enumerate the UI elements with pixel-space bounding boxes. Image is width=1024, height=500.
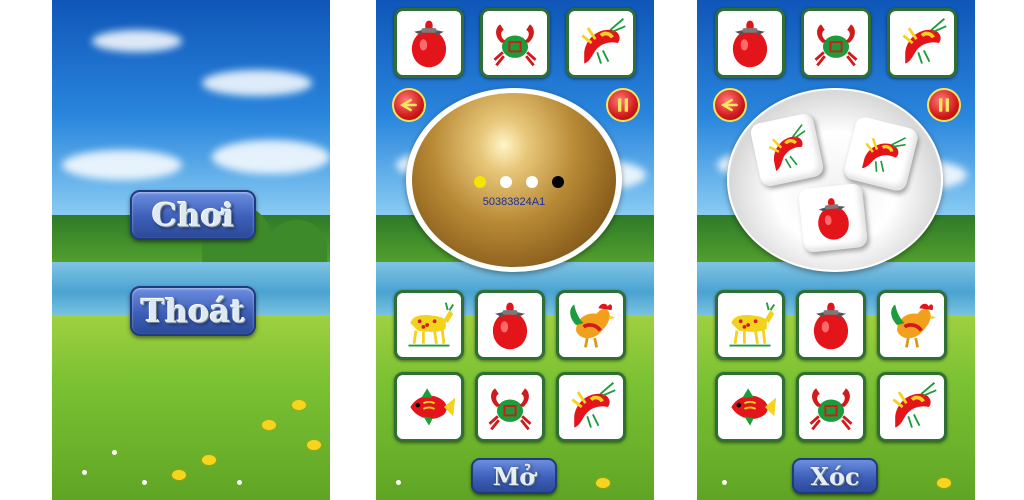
gourd-icon xyxy=(732,20,768,68)
indicator-dot-3 xyxy=(526,176,538,188)
crab-icon xyxy=(488,386,532,431)
shake-button-label: Xóc xyxy=(810,461,860,491)
fish-icon xyxy=(409,387,457,427)
back-button[interactable] xyxy=(392,88,426,122)
bet-tile-fish[interactable] xyxy=(715,372,785,442)
shrimp-icon xyxy=(580,16,628,66)
dice-plate xyxy=(727,88,943,272)
shrimp-icon xyxy=(764,122,814,174)
open-button[interactable]: Mở xyxy=(471,458,557,494)
session-code: 50383824A1 xyxy=(482,196,546,208)
background-landscape xyxy=(52,0,330,500)
bet-tile-shrimp[interactable] xyxy=(877,372,947,442)
pause-icon xyxy=(939,98,949,112)
deer-icon xyxy=(728,301,776,347)
shrimp-icon xyxy=(570,380,618,430)
indicator-dot-1 xyxy=(474,176,486,188)
gourd-icon xyxy=(813,302,849,350)
top-tile-shrimp[interactable] xyxy=(566,8,636,78)
play-button-label: Chơi xyxy=(151,196,235,234)
bet-tile-shrimp[interactable] xyxy=(556,372,626,442)
back-arrow-icon xyxy=(401,98,417,112)
play-button[interactable]: Chơi xyxy=(130,190,256,240)
bet-tile-rooster[interactable] xyxy=(877,290,947,360)
rooster-icon xyxy=(568,301,618,350)
bet-tile-gourd[interactable] xyxy=(796,290,866,360)
open-button-label: Mở xyxy=(492,461,536,491)
die-1 xyxy=(749,112,825,188)
bet-tile-crab[interactable] xyxy=(796,372,866,442)
crab-icon xyxy=(814,22,858,67)
bet-tile-deer[interactable] xyxy=(394,290,464,360)
exit-button[interactable]: Thoát xyxy=(130,286,256,336)
bet-tile-rooster[interactable] xyxy=(556,290,626,360)
pause-icon xyxy=(618,98,628,112)
crab-icon xyxy=(493,22,537,67)
covered-bowl[interactable]: 50383824A1 xyxy=(406,88,622,272)
indicator-dot-2 xyxy=(500,176,512,188)
top-tile-crab[interactable] xyxy=(480,8,550,78)
shrimp-icon xyxy=(901,16,949,66)
top-tile-shrimp[interactable] xyxy=(887,8,957,78)
top-tile-gourd[interactable] xyxy=(715,8,785,78)
back-arrow-icon xyxy=(722,98,738,112)
pause-button[interactable] xyxy=(927,88,961,122)
shake-button[interactable]: Xóc xyxy=(792,458,878,494)
crab-icon xyxy=(809,386,853,431)
top-tile-crab[interactable] xyxy=(801,8,871,78)
menu-screen: Chơi Thoát xyxy=(52,0,330,500)
deer-icon xyxy=(407,301,455,347)
bet-tile-gourd[interactable] xyxy=(475,290,545,360)
bet-tile-deer[interactable] xyxy=(715,290,785,360)
shake-screen: Xóc xyxy=(697,0,975,500)
game-screen: 50383824A1 Mở xyxy=(376,0,654,500)
shrimp-icon xyxy=(858,127,909,179)
fish-icon xyxy=(730,387,778,427)
shrimp-icon xyxy=(891,380,939,430)
gourd-icon xyxy=(492,302,528,350)
pause-button[interactable] xyxy=(606,88,640,122)
top-tile-gourd[interactable] xyxy=(394,8,464,78)
rooster-icon xyxy=(889,301,939,350)
die-3 xyxy=(797,182,869,254)
gourd-icon xyxy=(411,20,447,68)
indicator-dot-4 xyxy=(552,176,564,188)
bet-tile-crab[interactable] xyxy=(475,372,545,442)
gold-lid xyxy=(412,93,616,267)
gourd-icon xyxy=(815,196,851,242)
bet-tile-fish[interactable] xyxy=(394,372,464,442)
back-button[interactable] xyxy=(713,88,747,122)
exit-button-label: Thoát xyxy=(141,292,245,330)
die-2 xyxy=(842,115,920,193)
